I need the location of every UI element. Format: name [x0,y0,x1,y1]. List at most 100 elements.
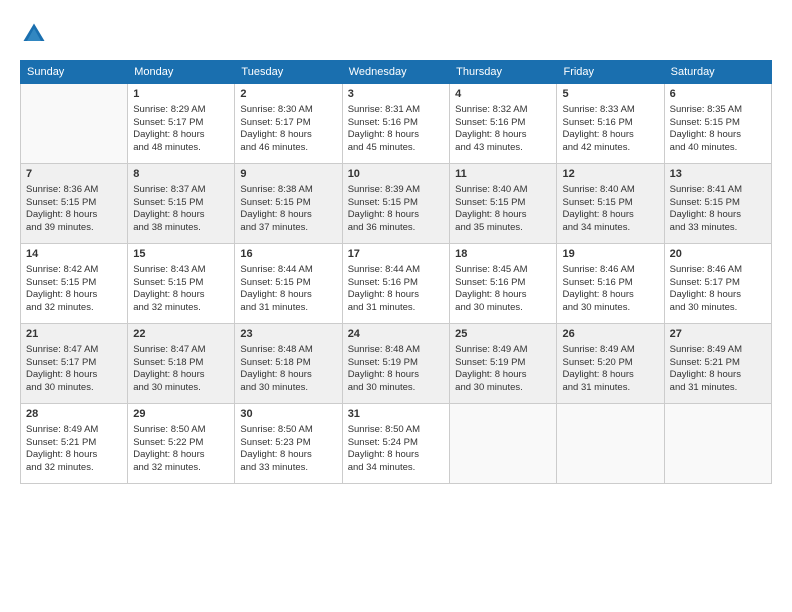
day-number: 12 [562,167,658,182]
day-info: Sunrise: 8:29 AM Sunset: 5:17 PM Dayligh… [133,104,229,155]
day-info: Sunrise: 8:37 AM Sunset: 5:15 PM Dayligh… [133,184,229,235]
day-info: Sunrise: 8:48 AM Sunset: 5:19 PM Dayligh… [348,344,444,395]
logo-icon [20,20,48,48]
calendar-cell: 9 Sunrise: 8:38 AM Sunset: 5:15 PM Daylig… [235,164,342,244]
calendar-cell [664,404,771,484]
day-number: 31 [348,407,444,422]
week-row-1: 1 Sunrise: 8:29 AM Sunset: 5:17 PM Daylig… [21,84,772,164]
calendar-cell: 17 Sunrise: 8:44 AM Sunset: 5:16 PM Dayli… [342,244,449,324]
day-number: 20 [670,247,766,262]
calendar-cell: 28Sunrise: 8:49 AM Sunset: 5:21 PM Dayli… [21,404,128,484]
day-header-wednesday: Wednesday [342,61,449,84]
day-number: 11 [455,167,551,182]
day-number: 5 [562,87,658,102]
day-header-sunday: Sunday [21,61,128,84]
calendar-cell [450,404,557,484]
calendar-cell: 2 Sunrise: 8:30 AM Sunset: 5:17 PM Daylig… [235,84,342,164]
day-header-tuesday: Tuesday [235,61,342,84]
week-row-5: 28Sunrise: 8:49 AM Sunset: 5:21 PM Dayli… [21,404,772,484]
day-info: Sunrise: 8:40 AM Sunset: 5:15 PM Dayligh… [455,184,551,235]
day-info: Sunrise: 8:32 AM Sunset: 5:16 PM Dayligh… [455,104,551,155]
day-number: 13 [670,167,766,182]
day-info: Sunrise: 8:50 AM Sunset: 5:22 PM Dayligh… [133,424,229,475]
day-info: Sunrise: 8:42 AM Sunset: 5:15 PM Dayligh… [26,264,122,315]
calendar-cell: 3 Sunrise: 8:31 AM Sunset: 5:16 PM Daylig… [342,84,449,164]
day-info: Sunrise: 8:33 AM Sunset: 5:16 PM Dayligh… [562,104,658,155]
calendar-cell: 10 Sunrise: 8:39 AM Sunset: 5:15 PM Dayli… [342,164,449,244]
day-number: 1 [133,87,229,102]
day-info: Sunrise: 8:49 AM Sunset: 5:21 PM Dayligh… [26,424,122,475]
day-number: 16 [240,247,336,262]
day-number: 8 [133,167,229,182]
calendar-cell: 22Sunrise: 8:47 AM Sunset: 5:18 PM Dayli… [128,324,235,404]
day-info: Sunrise: 8:35 AM Sunset: 5:15 PM Dayligh… [670,104,766,155]
day-number: 15 [133,247,229,262]
day-number: 25 [455,327,551,342]
day-number: 4 [455,87,551,102]
calendar-cell: 6Sunrise: 8:35 AM Sunset: 5:15 PM Daylig… [664,84,771,164]
day-info: Sunrise: 8:48 AM Sunset: 5:18 PM Dayligh… [240,344,336,395]
day-number: 24 [348,327,444,342]
day-info: Sunrise: 8:44 AM Sunset: 5:16 PM Dayligh… [348,264,444,315]
calendar-cell: 7 Sunrise: 8:36 AM Sunset: 5:15 PM Daylig… [21,164,128,244]
calendar-cell: 20 Sunrise: 8:46 AM Sunset: 5:17 PM Dayli… [664,244,771,324]
day-info: Sunrise: 8:40 AM Sunset: 5:15 PM Dayligh… [562,184,658,235]
day-number: 17 [348,247,444,262]
day-number: 18 [455,247,551,262]
calendar-cell: 30 Sunrise: 8:50 AM Sunset: 5:23 PM Dayli… [235,404,342,484]
day-number: 23 [240,327,336,342]
day-header-monday: Monday [128,61,235,84]
day-header-thursday: Thursday [450,61,557,84]
calendar-cell: 8 Sunrise: 8:37 AM Sunset: 5:15 PM Daylig… [128,164,235,244]
calendar-cell: 29 Sunrise: 8:50 AM Sunset: 5:22 PM Dayli… [128,404,235,484]
calendar-cell: 16 Sunrise: 8:44 AM Sunset: 5:15 PM Dayli… [235,244,342,324]
calendar-cell: 27 Sunrise: 8:49 AM Sunset: 5:21 PM Dayli… [664,324,771,404]
day-number: 14 [26,247,122,262]
day-number: 27 [670,327,766,342]
calendar-cell: 19 Sunrise: 8:46 AM Sunset: 5:16 PM Dayli… [557,244,664,324]
calendar-cell: 18 Sunrise: 8:45 AM Sunset: 5:16 PM Dayli… [450,244,557,324]
week-row-2: 7 Sunrise: 8:36 AM Sunset: 5:15 PM Daylig… [21,164,772,244]
day-header-friday: Friday [557,61,664,84]
day-info: Sunrise: 8:39 AM Sunset: 5:15 PM Dayligh… [348,184,444,235]
header-row: SundayMondayTuesdayWednesdayThursdayFrid… [21,61,772,84]
calendar-cell: 12 Sunrise: 8:40 AM Sunset: 5:15 PM Dayli… [557,164,664,244]
day-info: Sunrise: 8:30 AM Sunset: 5:17 PM Dayligh… [240,104,336,155]
calendar-cell: 11 Sunrise: 8:40 AM Sunset: 5:15 PM Dayli… [450,164,557,244]
calendar-cell: 31 Sunrise: 8:50 AM Sunset: 5:24 PM Dayli… [342,404,449,484]
calendar-cell: 15Sunrise: 8:43 AM Sunset: 5:15 PM Dayli… [128,244,235,324]
day-info: Sunrise: 8:38 AM Sunset: 5:15 PM Dayligh… [240,184,336,235]
day-info: Sunrise: 8:50 AM Sunset: 5:24 PM Dayligh… [348,424,444,475]
day-number: 10 [348,167,444,182]
day-number: 19 [562,247,658,262]
logo [20,20,52,48]
day-info: Sunrise: 8:50 AM Sunset: 5:23 PM Dayligh… [240,424,336,475]
day-info: Sunrise: 8:49 AM Sunset: 5:19 PM Dayligh… [455,344,551,395]
day-number: 29 [133,407,229,422]
calendar-cell: 4 Sunrise: 8:32 AM Sunset: 5:16 PM Daylig… [450,84,557,164]
calendar-cell: 24 Sunrise: 8:48 AM Sunset: 5:19 PM Dayli… [342,324,449,404]
day-info: Sunrise: 8:49 AM Sunset: 5:20 PM Dayligh… [562,344,658,395]
day-info: Sunrise: 8:44 AM Sunset: 5:15 PM Dayligh… [240,264,336,315]
day-number: 2 [240,87,336,102]
day-info: Sunrise: 8:49 AM Sunset: 5:21 PM Dayligh… [670,344,766,395]
calendar-cell: 21Sunrise: 8:47 AM Sunset: 5:17 PM Dayli… [21,324,128,404]
day-number: 7 [26,167,122,182]
day-info: Sunrise: 8:45 AM Sunset: 5:16 PM Dayligh… [455,264,551,315]
header [20,20,772,48]
calendar-cell [557,404,664,484]
day-number: 3 [348,87,444,102]
day-number: 26 [562,327,658,342]
week-row-3: 14 Sunrise: 8:42 AM Sunset: 5:15 PM Dayli… [21,244,772,324]
day-info: Sunrise: 8:46 AM Sunset: 5:16 PM Dayligh… [562,264,658,315]
calendar-cell: 23 Sunrise: 8:48 AM Sunset: 5:18 PM Dayli… [235,324,342,404]
calendar: SundayMondayTuesdayWednesdayThursdayFrid… [20,60,772,484]
day-info: Sunrise: 8:31 AM Sunset: 5:16 PM Dayligh… [348,104,444,155]
calendar-cell: 5 Sunrise: 8:33 AM Sunset: 5:16 PM Daylig… [557,84,664,164]
day-number: 30 [240,407,336,422]
day-info: Sunrise: 8:36 AM Sunset: 5:15 PM Dayligh… [26,184,122,235]
day-info: Sunrise: 8:46 AM Sunset: 5:17 PM Dayligh… [670,264,766,315]
day-info: Sunrise: 8:47 AM Sunset: 5:17 PM Dayligh… [26,344,122,395]
day-info: Sunrise: 8:41 AM Sunset: 5:15 PM Dayligh… [670,184,766,235]
day-number: 9 [240,167,336,182]
